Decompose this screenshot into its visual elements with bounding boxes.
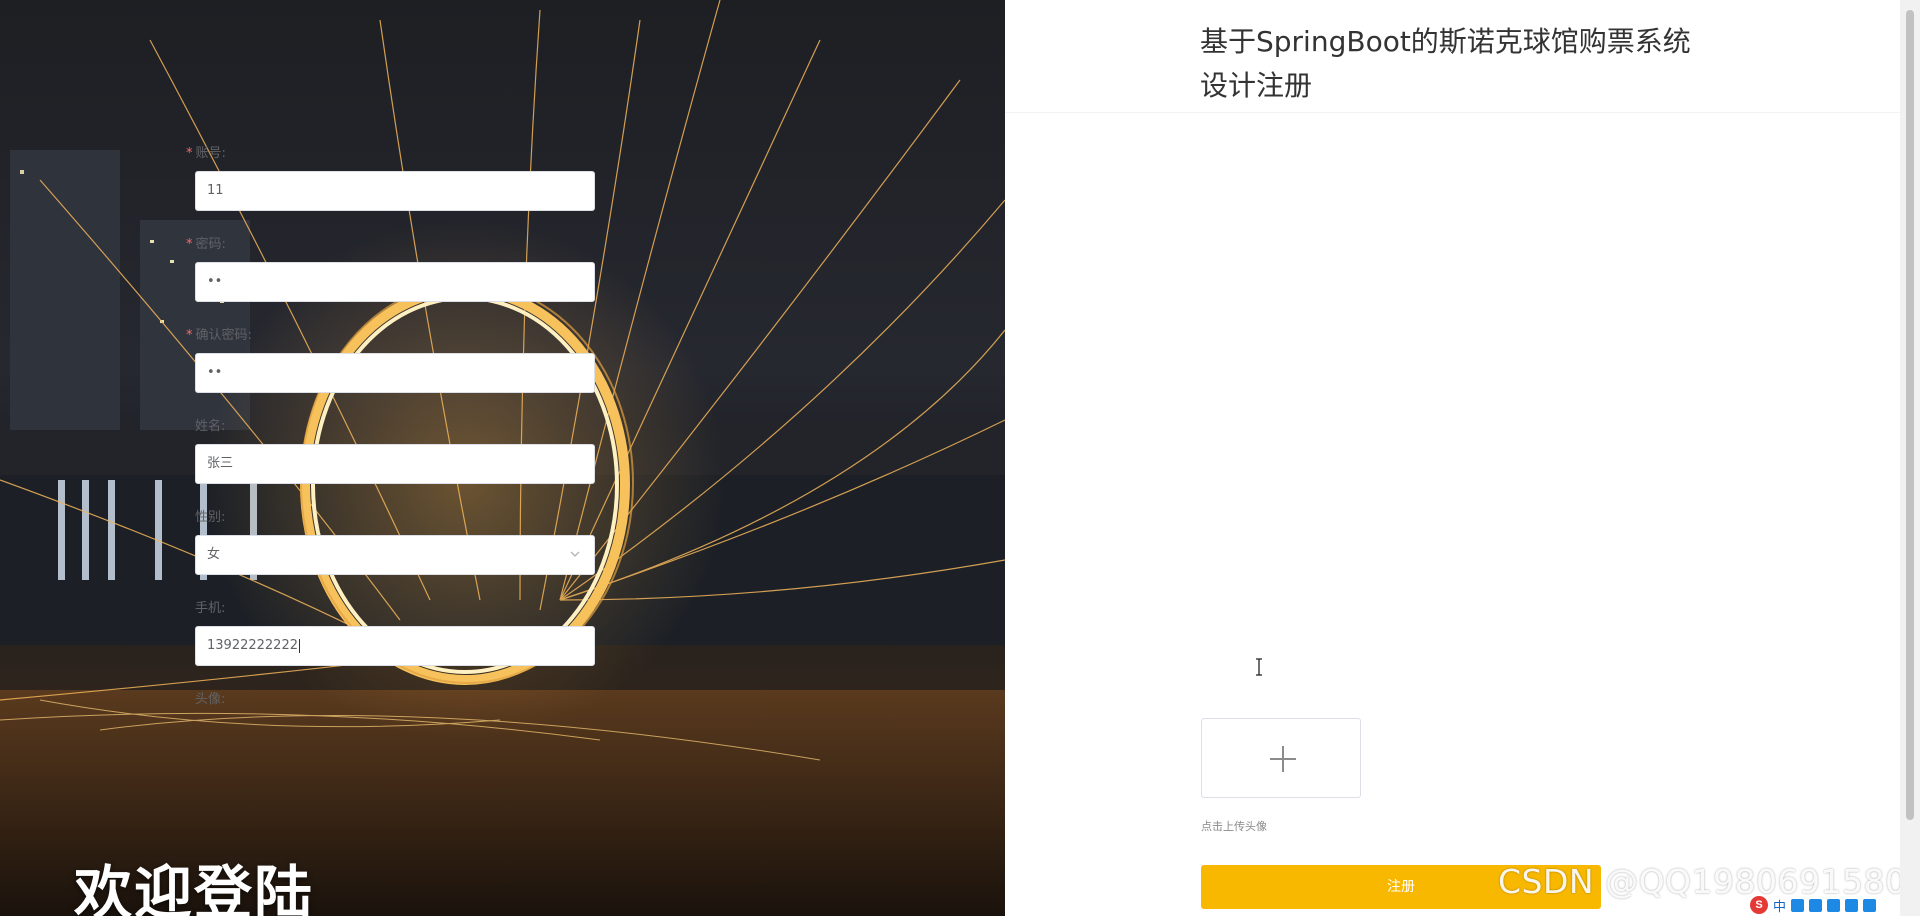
- required-mark: *: [186, 146, 193, 161]
- plus-icon-vertical: [1282, 746, 1284, 772]
- avatar-upload-button[interactable]: [1201, 718, 1361, 798]
- scrollbar-thumb[interactable]: [1906, 10, 1914, 820]
- skin-icon[interactable]: [1845, 898, 1859, 912]
- phone-value: 13922222222: [207, 638, 298, 653]
- upload-hint: 点击上传头像: [1201, 820, 1267, 833]
- welcome-text: 欢迎登陆: [74, 859, 315, 916]
- avatar-label: 头像:: [195, 692, 226, 707]
- confirm-password-label-text: 确认密码:: [195, 328, 252, 343]
- password-field: * 密码: ••: [186, 235, 606, 302]
- chevron-down-icon: [570, 551, 580, 557]
- page-title: 基于SpringBoot的斯诺克球馆购票系统设计注册: [1200, 25, 1691, 102]
- required-mark: *: [186, 237, 193, 252]
- punctuation-icon[interactable]: [1791, 898, 1805, 912]
- confirm-password-label: * 确认密码:: [186, 326, 606, 346]
- toolbox-icon[interactable]: [1863, 898, 1877, 912]
- confirm-password-field: * 确认密码: ••: [186, 326, 606, 393]
- ime-toolbar[interactable]: S 中: [1746, 895, 1881, 915]
- phone-label: 手机:: [195, 601, 226, 616]
- required-mark: *: [186, 328, 193, 343]
- title-divider: [1005, 112, 1900, 113]
- text-caret: [298, 638, 300, 653]
- password-label-text: 密码:: [195, 237, 226, 252]
- phone-input[interactable]: 13922222222: [195, 626, 595, 666]
- name-label: 姓名:: [195, 419, 226, 434]
- gender-field: 性别: 女: [186, 508, 606, 575]
- account-label: * 账号:: [186, 144, 606, 164]
- gender-select[interactable]: 女: [195, 535, 595, 575]
- phone-field: 手机: 13922222222: [186, 599, 606, 666]
- account-label-text: 账号:: [195, 146, 226, 161]
- account-field: * 账号: 11: [186, 144, 606, 211]
- gender-value: 女: [207, 547, 221, 562]
- ime-mode-toggle[interactable]: 中: [1773, 896, 1786, 915]
- microphone-icon[interactable]: [1809, 898, 1823, 912]
- password-label: * 密码:: [186, 235, 606, 255]
- gender-label: 性别:: [195, 510, 226, 525]
- password-input[interactable]: ••: [195, 262, 595, 302]
- avatar-field: 头像:: [186, 690, 606, 710]
- keyboard-icon[interactable]: [1827, 898, 1841, 912]
- confirm-password-input[interactable]: ••: [195, 353, 595, 393]
- register-panel: 基于SpringBoot的斯诺克球馆购票系统设计注册: [1005, 0, 1900, 916]
- account-input[interactable]: 11: [195, 171, 595, 211]
- ibeam-cursor-icon: [1256, 658, 1262, 676]
- name-input[interactable]: 张三: [195, 444, 595, 484]
- name-field: 姓名: 张三: [186, 417, 606, 484]
- sogou-logo-icon[interactable]: S: [1750, 896, 1768, 914]
